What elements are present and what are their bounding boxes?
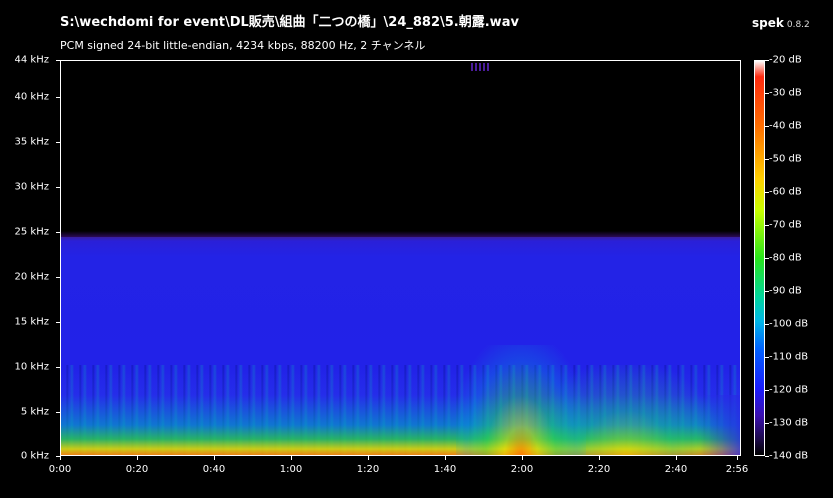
db-tick-label: -140 dB [769,450,809,462]
time-tick-label: 0:40 [202,464,226,475]
time-tick-mark [214,456,215,460]
time-tick-mark [676,456,677,460]
time-tick-label: 1:40 [433,464,457,475]
frequency-tick-label: 44 kHz [14,54,49,66]
db-tick-label: -80 dB [769,252,802,264]
frequency-tick-label: 40 kHz [14,91,49,103]
spectrogram-peak-region-secondary [531,365,721,455]
app-branding: spek 0.8.2 [752,12,810,31]
db-tick-label: -40 dB [769,120,802,132]
time-tick-mark [291,456,292,460]
time-tick-label: 2:00 [510,464,534,475]
frequency-tick-label: 0 kHz [20,450,49,462]
audio-format-info: PCM signed 24-bit little-endian, 4234 kb… [60,39,426,52]
frequency-tick-mark [56,142,60,143]
db-tick-mark [765,324,769,325]
db-tick-mark [765,390,769,391]
frequency-tick-mark [56,367,60,368]
frequency-tick-mark [56,97,60,98]
db-tick-mark [765,93,769,94]
frequency-tick-mark [56,60,60,61]
time-tick-label: 2:40 [664,464,688,475]
frequency-tick-label: 25 kHz [14,226,49,238]
frequency-tick-label: 10 kHz [14,361,49,373]
time-tick-label: 0:20 [125,464,149,475]
time-tick-mark [522,456,523,460]
db-tick-label: -70 dB [769,219,802,231]
db-tick-label: -100 dB [769,318,809,330]
db-color-scale [754,60,765,456]
time-tick-label: 0:00 [48,464,72,475]
time-tick-label: 2:56 [725,464,749,475]
db-tick-label: -20 dB [769,54,802,66]
db-tick-mark [765,258,769,259]
time-tick-mark [368,456,369,460]
file-path-title: S:\wechdomi for event\DL販売\組曲「二つの橋」\24_8… [60,15,519,30]
frequency-tick-mark [56,232,60,233]
db-tick-label: -60 dB [769,186,802,198]
db-tick-mark [765,192,769,193]
db-tick-label: -30 dB [769,87,802,99]
frequency-tick-label: 30 kHz [14,181,49,193]
time-tick-mark [599,456,600,460]
db-tick-mark [765,357,769,358]
db-tick-label: -110 dB [769,351,809,363]
app-version: 0.8.2 [786,20,810,30]
spectrogram-plot [60,60,741,456]
time-tick-mark [137,456,138,460]
time-tick-label: 1:20 [356,464,380,475]
time-tick-mark [60,456,61,460]
spectrogram-artifact [471,63,491,71]
frequency-tick-mark [56,277,60,278]
db-tick-mark [765,126,769,127]
app-name: spek [752,16,784,30]
db-tick-label: -130 dB [769,417,809,429]
frequency-tick-mark [56,187,60,188]
frequency-tick-label: 20 kHz [14,271,49,283]
spectrogram-fadeout [700,395,740,455]
frequency-tick-mark [56,322,60,323]
frequency-tick-label: 5 kHz [20,406,49,418]
db-tick-mark [765,423,769,424]
time-tick-label: 2:20 [587,464,611,475]
time-tick-mark [445,456,446,460]
db-tick-label: -50 dB [769,153,802,165]
db-tick-label: -120 dB [769,384,809,396]
db-tick-mark [765,456,769,457]
db-tick-mark [765,159,769,160]
frequency-tick-label: 15 kHz [14,316,49,328]
time-tick-label: 1:00 [279,464,303,475]
frequency-tick-label: 35 kHz [14,136,49,148]
db-tick-mark [765,225,769,226]
time-tick-mark [737,456,738,460]
db-tick-mark [765,291,769,292]
db-tick-label: -90 dB [769,285,802,297]
frequency-tick-mark [56,412,60,413]
db-tick-mark [765,60,769,61]
